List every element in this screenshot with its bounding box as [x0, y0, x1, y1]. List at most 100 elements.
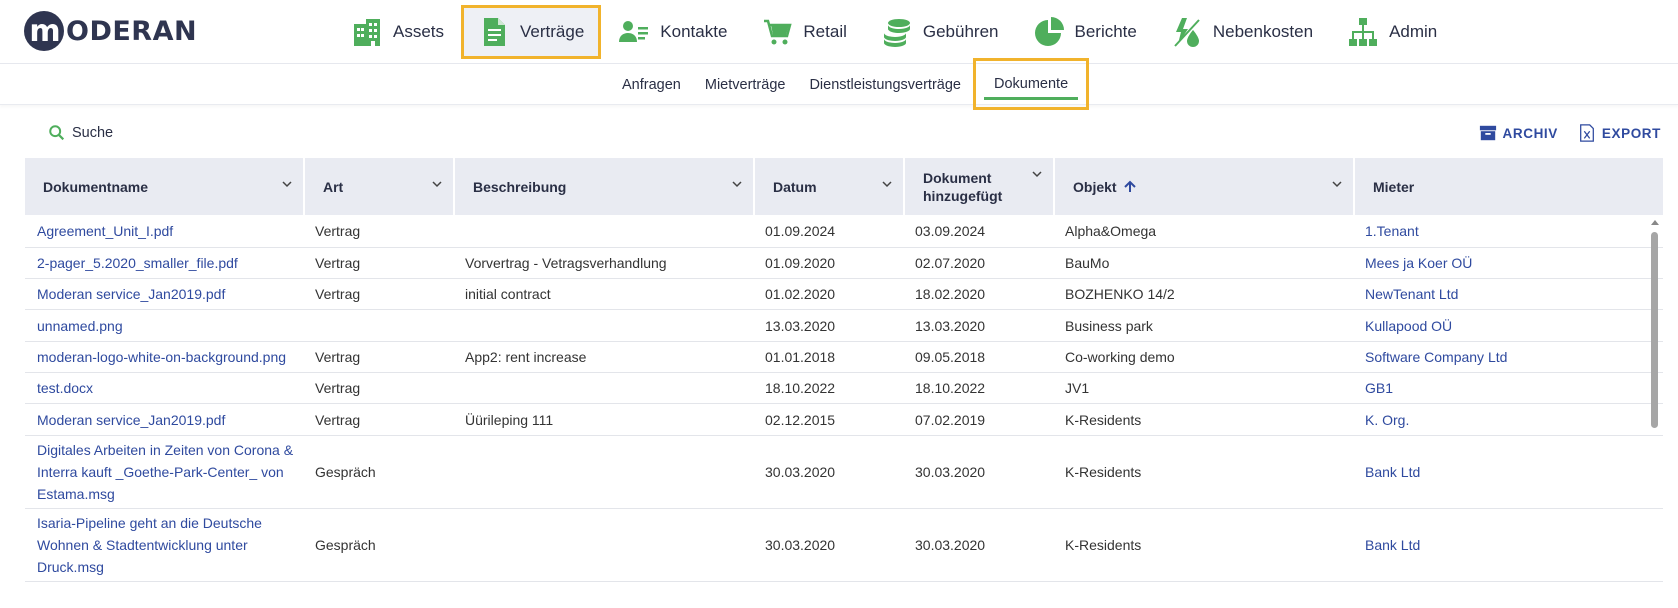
- nav-label: Verträge: [520, 22, 585, 41]
- table-row[interactable]: Agreement_Unit_I.pdf Vertrag 01.09.2024 …: [25, 215, 1663, 248]
- main-nav: Assets Verträge Kontakte Retail Gebühren: [334, 0, 1454, 64]
- nav-item-assets[interactable]: Assets: [334, 5, 461, 59]
- excel-file-icon: [1579, 124, 1594, 142]
- column-header-objekt[interactable]: Objekt: [1055, 158, 1355, 215]
- column-header-mieter[interactable]: Mieter: [1355, 158, 1663, 215]
- column-header-datum[interactable]: Datum: [755, 158, 905, 215]
- nav-label: Retail: [803, 22, 847, 41]
- cell-mieter[interactable]: NewTenant Ltd: [1355, 283, 1645, 305]
- archive-box-icon: [1479, 125, 1496, 141]
- table-row[interactable]: Moderan service_Jan2019.pdf Vertrag init…: [25, 279, 1663, 310]
- tab-dokumente[interactable]: Dokumente: [972, 57, 1090, 110]
- cell-dokumentname[interactable]: Moderan service_Jan2019.pdf: [25, 283, 305, 305]
- table-row[interactable]: Digitales Arbeiten in Zeiten von Corona …: [25, 436, 1663, 509]
- nav-item-gebuehren[interactable]: Gebühren: [864, 5, 1016, 59]
- table-row[interactable]: 2-pager_5.2020_smaller_file.pdf Vertrag …: [25, 248, 1663, 279]
- nav-label: Kontakte: [660, 22, 728, 41]
- export-button[interactable]: EXPORT: [1578, 124, 1661, 142]
- cell-dokumentname[interactable]: unnamed.png: [25, 315, 305, 337]
- table-header: Dokumentname Art Beschreibung Datum Doku…: [25, 158, 1663, 215]
- chevron-down-icon[interactable]: [281, 178, 293, 190]
- column-header-beschreibung[interactable]: Beschreibung: [455, 158, 755, 215]
- cell-objekt: BOZHENKO 14/2: [1065, 286, 1175, 302]
- coins-icon: [881, 16, 913, 48]
- scrollbar-thumb[interactable]: [1651, 232, 1658, 428]
- nav-label: Gebühren: [922, 22, 999, 41]
- nav-item-nebenkosten[interactable]: Nebenkosten: [1154, 5, 1330, 59]
- documents-table: Dokumentname Art Beschreibung Datum Doku…: [25, 158, 1663, 582]
- utilities-icon: [1171, 16, 1203, 48]
- cell-hinzugefuegt: 18.02.2020: [915, 286, 986, 302]
- cell-dokumentname[interactable]: moderan-logo-white-on-background.png: [25, 346, 305, 368]
- cell-art: Vertrag: [315, 255, 361, 271]
- cell-datum: 30.03.2020: [765, 537, 836, 553]
- nav-item-admin[interactable]: Admin: [1330, 5, 1454, 59]
- table-body: Agreement_Unit_I.pdf Vertrag 01.09.2024 …: [25, 215, 1663, 582]
- nav-item-berichte[interactable]: Berichte: [1016, 5, 1154, 59]
- cell-hinzugefuegt: 03.09.2024: [915, 223, 986, 239]
- cell-mieter[interactable]: K. Org.: [1355, 409, 1645, 431]
- cell-art: Vertrag: [315, 380, 361, 396]
- org-chart-icon: [1347, 16, 1379, 48]
- shopping-cart-icon: [761, 16, 793, 48]
- cell-dokumentname[interactable]: Moderan service_Jan2019.pdf: [25, 409, 305, 431]
- nav-label: Nebenkosten: [1212, 22, 1314, 41]
- cell-art: Vertrag: [315, 223, 361, 239]
- column-label: Dokumentname: [43, 178, 149, 195]
- table-row[interactable]: unnamed.png 13.03.2020 13.03.2020 Busine…: [25, 310, 1663, 342]
- tab-anfragen[interactable]: Anfragen: [610, 65, 693, 105]
- moderan-logo[interactable]: m ODERAN: [24, 10, 197, 52]
- cell-beschreibung: App2: rent increase: [465, 349, 587, 365]
- search-button[interactable]: Suche: [48, 124, 113, 142]
- cell-objekt: K-Residents: [1065, 464, 1142, 480]
- chevron-down-icon[interactable]: [431, 178, 443, 190]
- table-row[interactable]: Isaria-Pipeline geht an die Deutsche Woh…: [25, 509, 1663, 582]
- archive-button[interactable]: ARCHIV: [1479, 124, 1558, 142]
- cell-mieter[interactable]: 1.Tenant: [1355, 220, 1645, 242]
- table-scrollbar[interactable]: [1650, 218, 1659, 608]
- cell-dokumentname[interactable]: Agreement_Unit_I.pdf: [25, 220, 305, 242]
- cell-mieter[interactable]: Bank Ltd: [1355, 461, 1645, 483]
- nav-item-kontakte[interactable]: Kontakte: [601, 5, 744, 59]
- cell-objekt: JV1: [1065, 380, 1090, 396]
- top-navigation-bar: m ODERAN Assets Verträge Kontakte Retail…: [0, 0, 1678, 64]
- scroll-up-arrow-icon[interactable]: [1650, 220, 1659, 225]
- cell-dokumentname[interactable]: Isaria-Pipeline geht an die Deutsche Woh…: [25, 508, 305, 582]
- chevron-down-icon[interactable]: [1031, 168, 1043, 180]
- cell-objekt: Business park: [1065, 317, 1153, 334]
- table-row[interactable]: Moderan service_Jan2019.pdf Vertrag Üüri…: [25, 404, 1663, 436]
- sort-ascending-icon[interactable]: [1123, 180, 1137, 194]
- cell-mieter[interactable]: Software Company Ltd: [1355, 346, 1645, 368]
- cell-hinzugefuegt: 18.10.2022: [915, 380, 986, 396]
- chevron-down-icon[interactable]: [731, 178, 743, 190]
- nav-item-vertraege[interactable]: Verträge: [461, 5, 602, 59]
- cell-dokumentname[interactable]: Digitales Arbeiten in Zeiten von Corona …: [25, 435, 305, 509]
- cell-hinzugefuegt: 30.03.2020: [915, 464, 986, 480]
- cell-mieter[interactable]: Mees ja Koer OÜ: [1355, 252, 1645, 274]
- column-header-dokumentname[interactable]: Dokumentname: [25, 158, 305, 215]
- tab-mietvertraege[interactable]: Mietverträge: [693, 65, 798, 105]
- cell-beschreibung: initial contract: [465, 286, 551, 302]
- cell-hinzugefuegt: 07.02.2019: [915, 411, 986, 428]
- cell-mieter[interactable]: Bank Ltd: [1355, 534, 1645, 556]
- nav-item-retail[interactable]: Retail: [744, 5, 863, 59]
- table-row[interactable]: moderan-logo-white-on-background.png Ver…: [25, 342, 1663, 373]
- tab-dienstleistungsvertraege[interactable]: Dienstleistungsverträge: [797, 65, 973, 105]
- column-label: Art: [323, 178, 344, 195]
- cell-mieter[interactable]: GB1: [1355, 377, 1645, 399]
- chevron-down-icon[interactable]: [881, 178, 893, 190]
- cell-dokumentname[interactable]: 2-pager_5.2020_smaller_file.pdf: [25, 252, 305, 274]
- cell-mieter[interactable]: Kullapood OÜ: [1355, 315, 1645, 337]
- table-row[interactable]: test.docx Vertrag 18.10.2022 18.10.2022 …: [25, 373, 1663, 404]
- cell-datum: 02.12.2015: [765, 411, 836, 428]
- column-header-dokument-hinzugefuegt[interactable]: Dokument hinzugefügt: [905, 158, 1055, 215]
- column-header-art[interactable]: Art: [305, 158, 455, 215]
- chevron-down-icon[interactable]: [1331, 178, 1343, 190]
- cell-datum: 01.01.2018: [765, 349, 836, 365]
- nav-label: Assets: [393, 22, 445, 41]
- cell-hinzugefuegt: 09.05.2018: [915, 349, 986, 365]
- cell-art: Vertrag: [315, 411, 361, 428]
- contact-card-icon: [618, 16, 650, 48]
- cell-objekt: Alpha&Omega: [1065, 223, 1157, 239]
- cell-dokumentname[interactable]: test.docx: [25, 377, 305, 399]
